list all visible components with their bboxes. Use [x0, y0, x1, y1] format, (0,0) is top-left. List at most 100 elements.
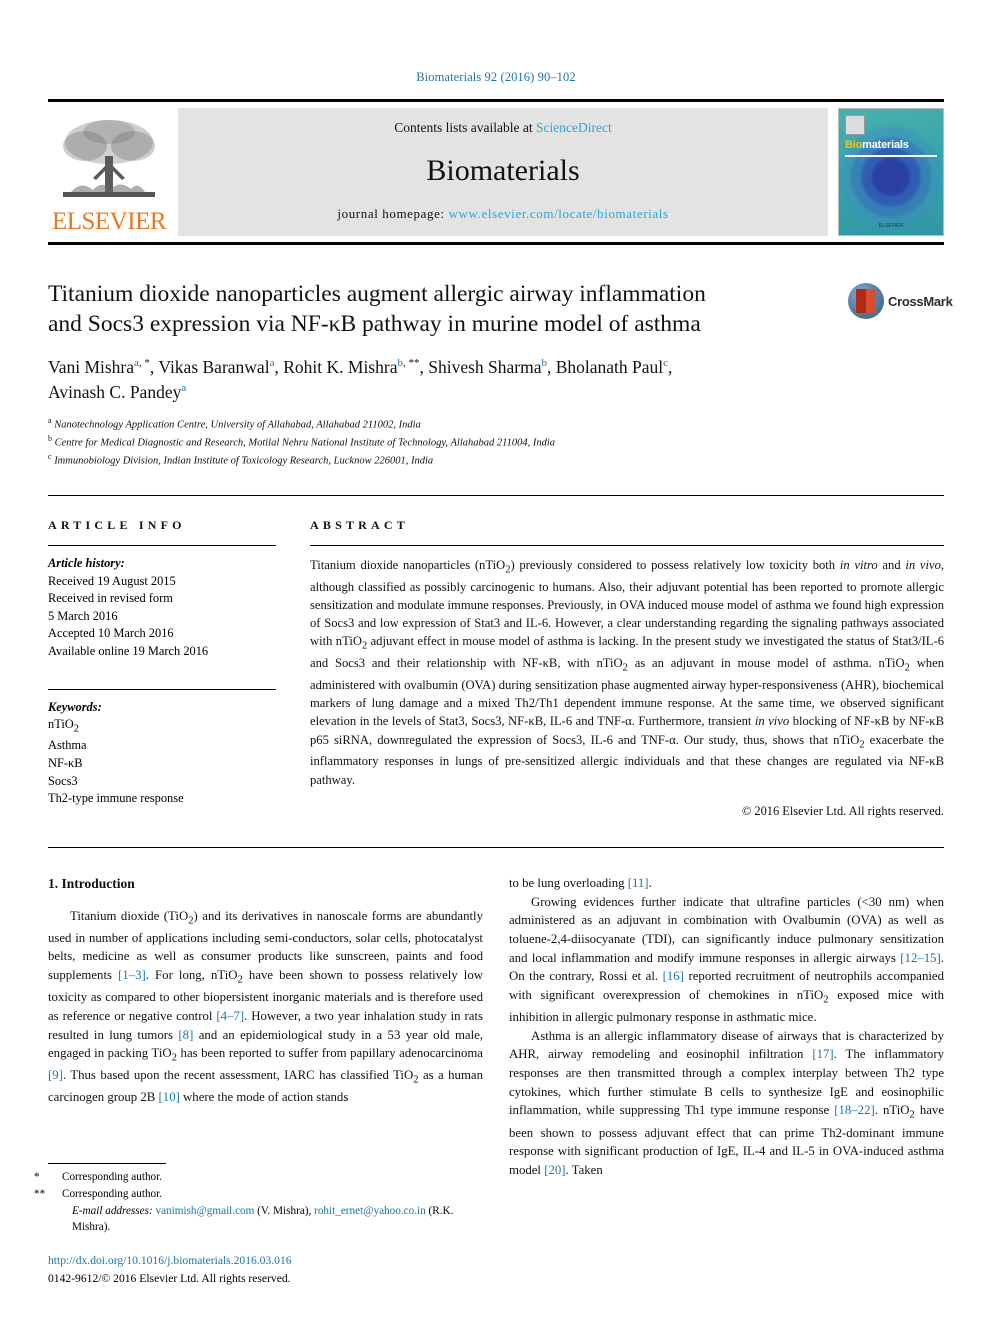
footnote-text: Corresponding author.: [62, 1187, 163, 1200]
article-history-item: Available online 19 March 2016: [48, 643, 209, 658]
author-entry[interactable]: Rohit K. Mishrab, **: [283, 357, 419, 377]
keyword-item: nTiO2: [48, 717, 79, 735]
abstract-heading: ABSTRACT: [310, 517, 409, 532]
affiliation-key: c: [48, 451, 52, 461]
footnote-corresponding-2: ** Corresponding author.: [34, 1186, 462, 1203]
footnote-text: Corresponding author.: [62, 1171, 163, 1184]
body-columns: 1. Introduction Titanium dioxide (TiO2) …: [48, 874, 944, 1180]
affiliation-text: Nanotechnology Application Centre, Unive…: [54, 419, 421, 431]
author-name: Vani Mishra: [48, 357, 135, 378]
affiliation-item: a Nanotechnology Application Centre, Uni…: [48, 415, 944, 433]
title-block: CrossMark Titanium dioxide nanoparticles…: [48, 279, 953, 469]
article-info-column: ARTICLE INFO Article history: Received 1…: [48, 518, 276, 821]
keywords-label: Keywords:: [48, 699, 102, 714]
journal-masthead: ELSEVIER Contents lists available at Sci…: [48, 99, 944, 245]
doi-link[interactable]: http://dx.doi.org/10.1016/j.biomaterials…: [48, 1252, 462, 1269]
keywords-group: Keywords: nTiO2 Asthma NF-κB Socs3 Th2-t…: [48, 679, 276, 808]
citation-link[interactable]: [11]: [628, 876, 649, 890]
citation-link[interactable]: [1–3]: [118, 968, 146, 982]
author-name: Vikas Baranwal: [158, 357, 270, 378]
author-affil-marker: a: [181, 382, 187, 395]
crossmark-book-icon: [856, 289, 876, 313]
citation-link[interactable]: [12–15]: [900, 951, 941, 965]
asterisk-icon: *: [34, 1171, 40, 1184]
keyword-item: NF-κB: [48, 755, 83, 770]
double-asterisk-icon: **: [34, 1187, 46, 1200]
body-column-left: 1. Introduction Titanium dioxide (TiO2) …: [48, 874, 483, 1180]
doi-block: http://dx.doi.org/10.1016/j.biomaterials…: [48, 1252, 462, 1287]
article-history-item: Received 19 August 2015: [48, 573, 176, 588]
author-entry[interactable]: Vikas Baranwala: [158, 357, 274, 377]
journal-cover-thumbnail: Biomaterials ELSEVIER: [838, 108, 944, 236]
affiliation-key: b: [48, 433, 52, 443]
article-history-item: Received in revised form: [48, 591, 173, 606]
author-corresponding-marker: , **: [402, 357, 420, 370]
citation-link[interactable]: [10]: [159, 1090, 180, 1104]
article-history-group: Article history: Received 19 August 2015…: [48, 546, 276, 661]
crossmark-label: CrossMark: [888, 293, 953, 309]
author-entry[interactable]: Bholanath Paulc: [556, 357, 668, 377]
email-link-1[interactable]: vanimish@gmail.com: [155, 1205, 254, 1217]
author-entry[interactable]: Vani Mishraa, *: [48, 357, 150, 377]
issn-copyright-line: 0142-9612/© 2016 Elsevier Ltd. All right…: [48, 1271, 291, 1285]
cover-title-part2: materials: [862, 139, 909, 151]
email-label: E-mail addresses:: [72, 1204, 153, 1217]
abstract-body: Titanium dioxide nanoparticles (nTiO2) p…: [310, 546, 944, 821]
author-corresponding-marker: , *: [138, 357, 150, 370]
article-history-label: Article history:: [48, 555, 125, 570]
author-name: Shivesh Sharma: [428, 357, 542, 378]
citation-link[interactable]: [8]: [178, 1028, 193, 1042]
affiliation-item: c Immunobiology Division, Indian Institu…: [48, 451, 944, 469]
sciencedirect-link[interactable]: ScienceDirect: [536, 120, 612, 135]
citation-link[interactable]: [17]: [812, 1047, 833, 1061]
section-heading-introduction: 1. Introduction: [48, 875, 135, 891]
journal-homepage-line: journal homepage: www.elsevier.com/locat…: [337, 206, 668, 222]
keyword-item: Th2-type immune response: [48, 791, 184, 806]
citation-link[interactable]: [4–7]: [216, 1009, 244, 1023]
keyword-item: Asthma: [48, 738, 87, 753]
intro-paragraph: Titanium dioxide (TiO2) and its derivati…: [48, 908, 484, 1105]
citation-link[interactable]: [18–22]: [834, 1103, 875, 1117]
citation-link[interactable]: [9]: [48, 1068, 63, 1082]
elsevier-logo: ELSEVIER: [48, 108, 170, 236]
cover-title-part1: Bio: [845, 139, 863, 151]
journal-homepage-link[interactable]: www.elsevier.com/locate/biomaterials: [449, 206, 669, 221]
homepage-prefix: journal homepage:: [337, 206, 449, 221]
author-entry[interactable]: Shivesh Sharmab: [428, 357, 547, 377]
article-info-heading: ARTICLE INFO: [48, 517, 186, 532]
affiliation-list: a Nanotechnology Application Centre, Uni…: [48, 415, 944, 469]
running-head: Biomaterials 92 (2016) 90–102: [416, 70, 576, 84]
affiliation-key: a: [48, 415, 52, 425]
cover-rule: [845, 155, 937, 157]
crossmark-badge[interactable]: CrossMark: [848, 279, 953, 323]
article-title-line1: Titanium dioxide nanoparticles augment a…: [48, 281, 706, 307]
author-separator: ,: [274, 357, 284, 378]
intro-paragraph: to be lung overloading [11].: [509, 875, 652, 890]
keyword-item: Socs3: [48, 773, 78, 788]
cover-title: Biomaterials: [845, 139, 909, 151]
elsevier-tree-icon: [63, 120, 155, 197]
author-entry[interactable]: Avinash C. Pandeya: [48, 382, 186, 402]
footnote-rule: [48, 1163, 166, 1165]
body-separator: [48, 846, 944, 848]
article-title-line2: and Socs3 expression via NF-κB pathway i…: [48, 311, 701, 338]
affiliation-text: Centre for Medical Diagnostic and Resear…: [54, 437, 555, 449]
abstract-copyright: © 2016 Elsevier Ltd. All rights reserved…: [741, 803, 944, 818]
article-history-item: 5 March 2016: [48, 608, 118, 623]
abstract-column: ABSTRACT Titanium dioxide nanoparticles …: [310, 518, 944, 821]
affiliation-text: Immunobiology Division, Indian Institute…: [54, 455, 434, 467]
page-title: Titanium dioxide nanoparticles augment a…: [48, 279, 838, 339]
citation-link[interactable]: [16]: [663, 969, 684, 983]
article-page: Biomaterials 92 (2016) 90–102 ELSEVIER C…: [0, 0, 992, 1323]
cover-footer: ELSEVIER: [878, 223, 904, 229]
contents-prefix: Contents lists available at: [394, 120, 536, 135]
author-name: Rohit K. Mishra: [283, 357, 398, 378]
citation-link[interactable]: [20]: [544, 1163, 565, 1177]
email-link-2[interactable]: rohit_ernet@yahoo.co.in: [314, 1205, 426, 1217]
intro-paragraph: Asthma is an allergic inflammatory disea…: [509, 1028, 945, 1177]
author-name: Bholanath Paul: [555, 357, 664, 378]
author-name: Avinash C. Pandey: [48, 382, 182, 402]
journal-band: Contents lists available at ScienceDirec…: [178, 108, 828, 236]
affiliation-item: b Centre for Medical Diagnostic and Rese…: [48, 433, 944, 451]
footnote-corresponding-1: * Corresponding author.: [34, 1169, 462, 1186]
